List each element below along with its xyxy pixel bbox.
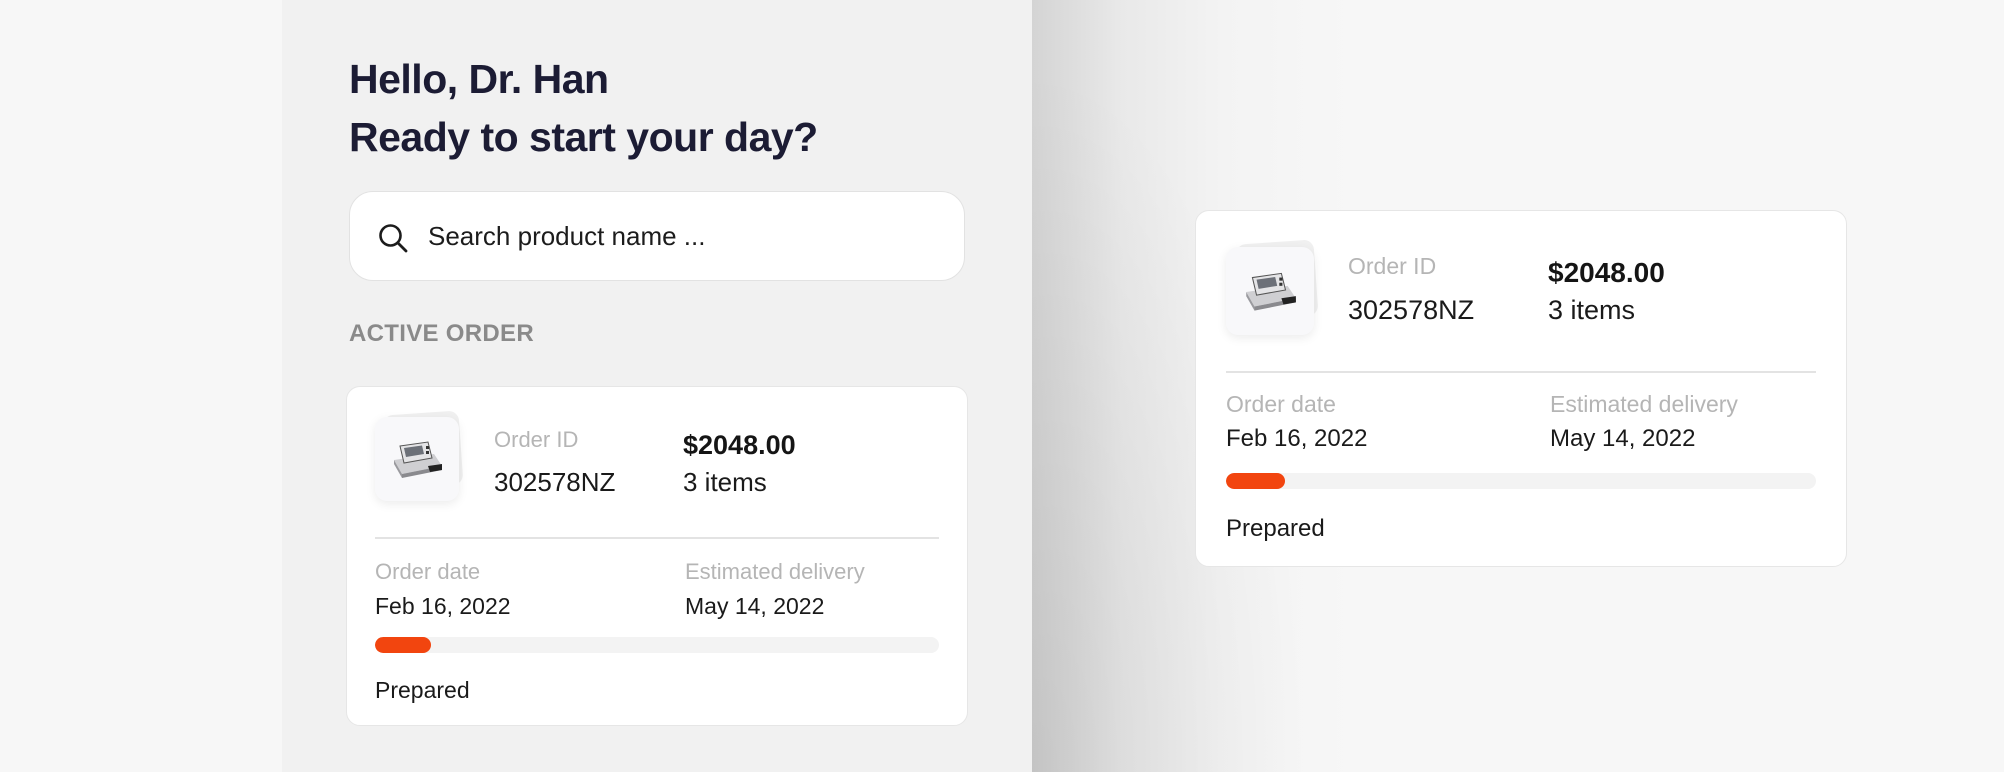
section-title: ACTIVE ORDER <box>349 320 534 347</box>
order-id-label: Order ID <box>1348 253 1437 279</box>
greeting-line-1: Hello, Dr. Han <box>349 56 609 102</box>
order-item-count: 3 items <box>1548 295 1636 325</box>
active-order-card-zoomed: Order ID 302578NZ $2048.00 3 items Order… <box>1195 210 1847 567</box>
order-id: 302578NZ <box>1348 295 1475 325</box>
greeting-line-2: Ready to start your day? <box>349 114 818 160</box>
order-progress-fill <box>375 637 432 653</box>
scale-icon <box>394 441 442 478</box>
order-date-label: Order date <box>1226 391 1336 417</box>
order-date: Feb 16, 2022 <box>375 593 511 619</box>
order-date: Feb 16, 2022 <box>1226 425 1368 452</box>
greeting-heading: Hello, Dr. Han Ready to start your day? <box>349 50 818 166</box>
order-progress-fill <box>1226 473 1285 489</box>
scale-icon <box>1246 272 1296 311</box>
order-date-label: Order date <box>375 559 481 584</box>
order-price: $2048.00 <box>1548 257 1665 288</box>
search-icon <box>379 224 408 253</box>
search-bar[interactable] <box>349 191 965 281</box>
left-background <box>0 0 282 772</box>
delivery-label: Estimated delivery <box>685 559 865 584</box>
order-progress-track <box>375 637 939 653</box>
order-status: Prepared <box>1226 515 1325 542</box>
card-divider <box>375 537 939 539</box>
order-id-label: Order ID <box>494 427 579 452</box>
delivery-date: May 14, 2022 <box>1550 425 1696 452</box>
delivery-date: May 14, 2022 <box>685 593 825 619</box>
order-price: $2048.00 <box>683 430 796 460</box>
order-id: 302578NZ <box>494 467 616 497</box>
active-order-card[interactable]: Order ID 302578NZ $2048.00 3 items Order… <box>346 386 968 726</box>
card-divider <box>1226 371 1816 373</box>
order-progress-track <box>1226 473 1816 489</box>
delivery-label: Estimated delivery <box>1550 391 1738 417</box>
order-item-count: 3 items <box>683 467 767 497</box>
order-status: Prepared <box>375 677 470 703</box>
search-input[interactable] <box>428 192 948 280</box>
